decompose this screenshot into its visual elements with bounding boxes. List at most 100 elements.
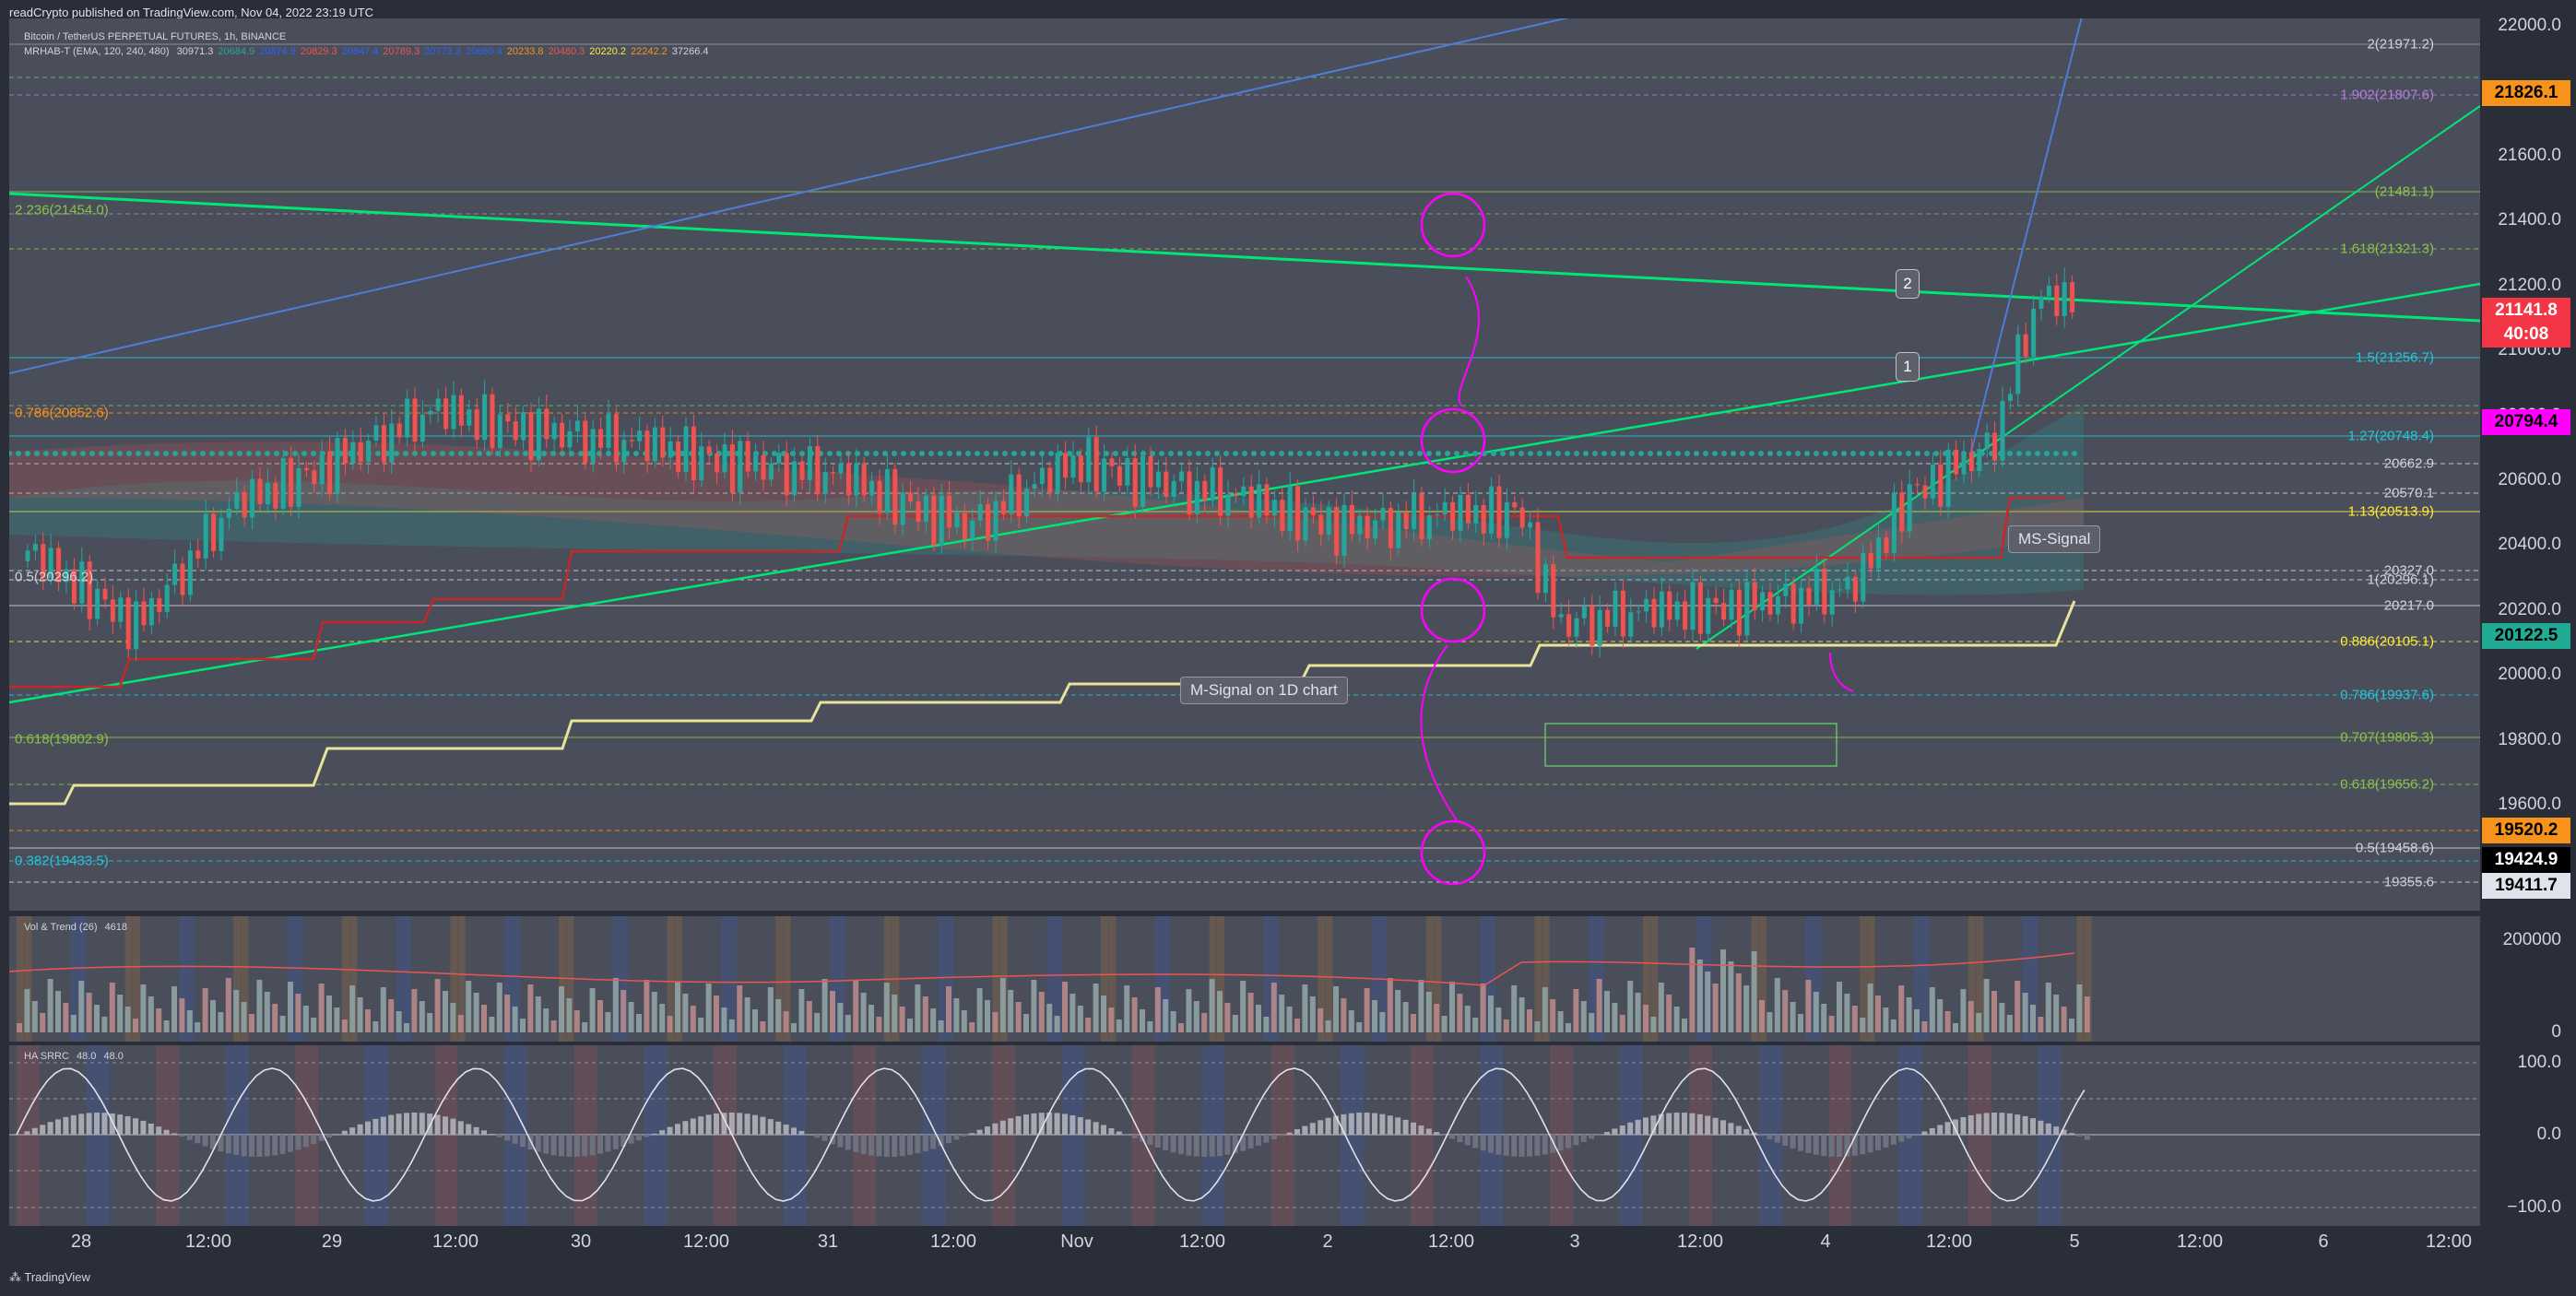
candle-body xyxy=(854,463,859,496)
time-axis[interactable]: 28 12:00 29 12:00 30 12:00 31 12:00 Nov 12:00 2 12:… xyxy=(9,1226,2480,1263)
candle-body xyxy=(1574,618,1579,637)
volume-panel[interactable]: Vol & Trend (26) 4618 xyxy=(9,916,2480,1042)
osc-histogram-bar xyxy=(1712,1117,1719,1135)
volume-bar xyxy=(961,1010,967,1032)
volume-bar xyxy=(94,1005,100,1032)
candle-body xyxy=(1790,583,1796,624)
osc-histogram-bar xyxy=(1325,1117,1331,1135)
volume-bar xyxy=(1201,1013,1208,1032)
candle-body xyxy=(970,520,975,540)
volume-bar xyxy=(946,986,951,1032)
time-tick: 12:00 xyxy=(184,1231,232,1252)
osc-histogram-bar xyxy=(218,1135,224,1152)
candle-body xyxy=(1039,467,1045,485)
osc-histogram-bar xyxy=(752,1114,758,1135)
osc-band xyxy=(443,1045,450,1226)
osc-histogram-bar xyxy=(969,1133,975,1135)
volume-bar xyxy=(1124,985,1130,1032)
oscillator-panel[interactable]: HA SRRC 48.0 48.0 xyxy=(9,1045,2480,1226)
osc-histogram-bar xyxy=(883,1135,890,1157)
candle-body xyxy=(1721,603,1727,620)
osc-histogram-bar xyxy=(1472,1135,1479,1149)
osc-histogram-bar xyxy=(1518,1135,1525,1157)
main-chart-panel[interactable]: Bitcoin / TetherUS PERPETUAL FUTURES, 1h… xyxy=(9,18,2480,911)
candle-body xyxy=(1984,432,1990,450)
osc-histogram-bar xyxy=(1798,1135,1803,1151)
indicator-value: 20829.3 xyxy=(300,46,337,57)
time-tick: 12:00 xyxy=(1427,1231,1475,1252)
volume-bar xyxy=(101,1017,108,1032)
osc-histogram-bar xyxy=(644,1135,650,1137)
candle-body xyxy=(1752,582,1757,611)
candle-body xyxy=(1605,609,1611,627)
dot-marker xyxy=(1721,451,1727,456)
candle-body xyxy=(1365,515,1370,539)
dot-marker xyxy=(1270,451,1275,456)
candle-body xyxy=(1218,466,1223,516)
candle-body xyxy=(807,446,812,480)
candle-body xyxy=(1945,449,1951,507)
volume-bar xyxy=(1402,1002,1409,1032)
candle-body xyxy=(2023,334,2028,357)
osc-histogram-bar xyxy=(124,1115,131,1135)
volume-bar xyxy=(1085,1018,1092,1032)
dot-marker xyxy=(1168,451,1174,456)
dot-marker xyxy=(523,451,528,456)
candle-body xyxy=(1257,484,1262,518)
main-chart-canvas[interactable] xyxy=(9,18,2480,911)
volume-bar xyxy=(953,998,960,1032)
candle-body xyxy=(1125,458,1130,486)
dot-marker xyxy=(1288,451,1294,456)
candle-body xyxy=(1435,514,1440,516)
dot-marker xyxy=(1159,451,1164,456)
volume-bar xyxy=(334,1007,340,1032)
m-signal-callout[interactable]: M-Signal on 1D chart xyxy=(1180,677,1348,704)
volume-bar xyxy=(2006,1015,2013,1032)
candle-body xyxy=(327,451,333,495)
dot-marker xyxy=(984,451,989,456)
oscillator-canvas[interactable] xyxy=(9,1045,2480,1226)
volume-bar xyxy=(1341,998,1347,1032)
candle-body xyxy=(1566,614,1572,637)
volume-canvas[interactable] xyxy=(9,916,2480,1042)
osc-histogram-bar xyxy=(2038,1120,2044,1135)
volume-bar xyxy=(667,1016,673,1032)
candle-body xyxy=(962,513,967,540)
dot-marker xyxy=(1316,451,1321,456)
candle-body xyxy=(1225,494,1231,516)
price-tick: 21600.0 xyxy=(2498,145,2561,165)
osc-histogram-bar xyxy=(814,1135,821,1138)
dot-marker xyxy=(1933,451,1939,456)
ms-signal-callout[interactable]: MS-Signal xyxy=(2008,525,2101,553)
indicator-legend: MRHAB-T (EMA, 120, 240, 480) 30971.3 2068… xyxy=(24,46,718,57)
osc-histogram-bar xyxy=(1217,1135,1223,1157)
marker-2[interactable]: 2 xyxy=(1896,269,1920,299)
dot-marker xyxy=(965,451,971,456)
osc-histogram-bar xyxy=(504,1135,511,1141)
dot-marker xyxy=(1196,451,1201,456)
price-scale[interactable]: 22000.021800.021600.021400.021200.021000… xyxy=(2482,16,2576,1226)
candle-body xyxy=(1706,597,1711,634)
tradingview-logo[interactable]: ⁂ TradingView xyxy=(9,1270,90,1285)
dot-marker xyxy=(1131,451,1137,456)
dot-marker xyxy=(1122,451,1128,456)
candle-body xyxy=(1667,591,1672,620)
time-tick: 12:00 xyxy=(431,1231,479,1252)
dot-marker xyxy=(1740,451,1745,456)
candle-body xyxy=(838,463,844,474)
osc-band xyxy=(1356,1045,1365,1226)
osc-band xyxy=(1705,1045,1713,1226)
volume-bar xyxy=(1635,993,1641,1032)
volume-bar xyxy=(86,993,92,1032)
candle-body xyxy=(815,446,821,495)
osc-histogram-bar xyxy=(791,1127,797,1135)
marker-1[interactable]: 1 xyxy=(1896,352,1920,382)
candle-body xyxy=(280,457,286,509)
volume-bar xyxy=(233,990,240,1032)
dot-marker xyxy=(1804,451,1810,456)
volume-bar xyxy=(47,979,53,1032)
osc-histogram-bar xyxy=(24,1131,30,1135)
volume-bar xyxy=(272,1004,278,1032)
volume-bar xyxy=(1480,984,1486,1032)
dot-marker xyxy=(901,451,906,456)
